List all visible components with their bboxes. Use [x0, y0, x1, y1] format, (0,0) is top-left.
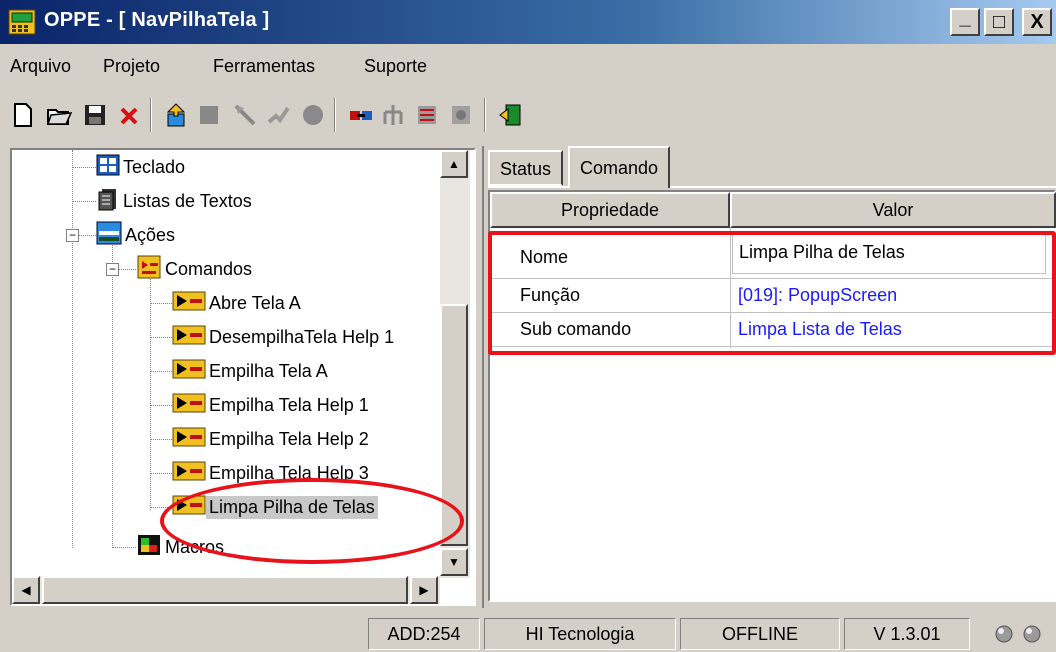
- tab-comando[interactable]: Comando: [568, 146, 671, 188]
- save-icon[interactable]: [82, 102, 108, 128]
- status-version: V 1.3.01: [844, 618, 970, 650]
- tree-item-label: Ações: [125, 224, 176, 245]
- tree-item-command[interactable]: Empilha Tela A: [172, 354, 331, 388]
- status-address: ADD:254: [368, 618, 480, 650]
- tree-item-label: Listas de Textos: [123, 190, 252, 211]
- toolbar-separator: [334, 98, 336, 132]
- open-folder-icon[interactable]: [46, 102, 73, 128]
- tree-item-label: Comandos: [165, 258, 253, 279]
- menu-ferramentas[interactable]: Ferramentas: [213, 56, 315, 77]
- text-list-icon: [96, 187, 120, 216]
- scroll-up-button[interactable]: ▲: [440, 150, 468, 178]
- close-button[interactable]: X: [1022, 8, 1052, 36]
- annotation-highlight-ellipse: [160, 478, 464, 564]
- tree-item-command[interactable]: Empilha Tela Help 1: [172, 388, 372, 422]
- command-icon: [172, 324, 206, 351]
- tree-icon[interactable]: [380, 102, 406, 128]
- menu-bar: Arquivo Projeto Ferramentas Suporte: [0, 44, 1056, 88]
- scroll-down-button[interactable]: ▼: [440, 548, 468, 576]
- import-icon[interactable]: [164, 102, 190, 128]
- tree-item-command[interactable]: Abre Tela A: [172, 286, 304, 320]
- command-icon: [172, 290, 206, 317]
- commands-icon: [136, 255, 162, 284]
- expand-toggle-comandos[interactable]: −: [106, 263, 119, 276]
- minimize-icon: _: [959, 6, 971, 29]
- annotation-highlight-rectangle: [488, 231, 1056, 355]
- maximize-icon: □: [992, 10, 1006, 33]
- keyboard-icon: [96, 153, 120, 182]
- tree-item-label: Abre Tela A: [209, 292, 301, 313]
- exit-icon[interactable]: [498, 102, 524, 128]
- command-icon: [172, 358, 206, 385]
- tree-item-label: Teclado: [123, 156, 186, 177]
- status-company: HI Tecnologia: [484, 618, 676, 650]
- tab-status[interactable]: Status: [488, 150, 564, 186]
- connect-icon[interactable]: [266, 102, 292, 128]
- tree-item-label: Empilha Tela Help 1: [209, 394, 369, 415]
- scroll-left-button[interactable]: ◀: [12, 576, 40, 604]
- settings-icon[interactable]: [448, 102, 474, 128]
- tree-item-command[interactable]: DesempilhaTela Help 1: [172, 320, 397, 354]
- tree-item-label: Empilha Tela Help 2: [209, 428, 369, 449]
- menu-projeto[interactable]: Projeto: [103, 56, 160, 77]
- command-icon: [172, 426, 206, 453]
- block-icon[interactable]: [196, 102, 222, 128]
- arrow-down-icon: ▼: [448, 555, 460, 569]
- toolbar-separator: [484, 98, 486, 132]
- status-led-icon: [1022, 624, 1042, 644]
- maximize-button[interactable]: □: [984, 8, 1014, 36]
- app-icon: [8, 8, 36, 36]
- debug-icon[interactable]: [414, 102, 440, 128]
- toolbar-separator: [150, 98, 152, 132]
- tree-item-command[interactable]: Empilha Tela Help 2: [172, 422, 372, 456]
- macros-icon: [136, 533, 162, 562]
- window-title: OPPE - [ NavPilhaTela ]: [44, 9, 270, 31]
- menu-arquivo[interactable]: Arquivo: [10, 56, 71, 77]
- tree-item-teclado[interactable]: Teclado: [96, 150, 188, 184]
- close-icon: X: [1030, 10, 1044, 33]
- delete-icon[interactable]: [116, 102, 142, 128]
- arrow-up-icon: ▲: [448, 157, 460, 171]
- column-header-propriedade[interactable]: Propriedade: [490, 192, 730, 228]
- new-file-icon[interactable]: [10, 102, 36, 128]
- command-icon: [172, 392, 206, 419]
- arrow-right-icon: ▶: [419, 583, 429, 597]
- minimize-button[interactable]: _: [950, 6, 980, 36]
- menu-suporte[interactable]: Suporte: [364, 56, 427, 77]
- expand-toggle-acoes[interactable]: −: [66, 229, 79, 242]
- tree-item-label: DesempilhaTela Help 1: [209, 326, 395, 347]
- actions-icon: [96, 221, 122, 250]
- tree-item-comandos[interactable]: Comandos: [136, 252, 255, 286]
- command-icon: [172, 460, 206, 487]
- tree-item-acoes[interactable]: Ações: [96, 218, 178, 252]
- wand-icon[interactable]: [232, 102, 258, 128]
- column-header-valor[interactable]: Valor: [730, 192, 1056, 228]
- scroll-thumb-horizontal[interactable]: [42, 576, 408, 604]
- scroll-right-button[interactable]: ▶: [410, 576, 438, 604]
- tree-item-label: Empilha Tela A: [209, 360, 328, 381]
- tree-horizontal-scrollbar[interactable]: ◀ ▶: [12, 576, 440, 604]
- title-bar[interactable]: OPPE - [ NavPilhaTela ] _ □ X: [0, 0, 1056, 44]
- record-icon[interactable]: [300, 102, 326, 128]
- arrow-left-icon: ◀: [21, 583, 31, 597]
- status-bar: ADD:254 HI Tecnologia OFFLINE V 1.3.01: [0, 612, 1056, 652]
- link-icon[interactable]: [348, 102, 374, 128]
- tree-item-listas-de-textos[interactable]: Listas de Textos: [96, 184, 255, 218]
- toolbar: [0, 90, 1056, 140]
- status-led-icon: [994, 624, 1014, 644]
- status-connection: OFFLINE: [680, 618, 840, 650]
